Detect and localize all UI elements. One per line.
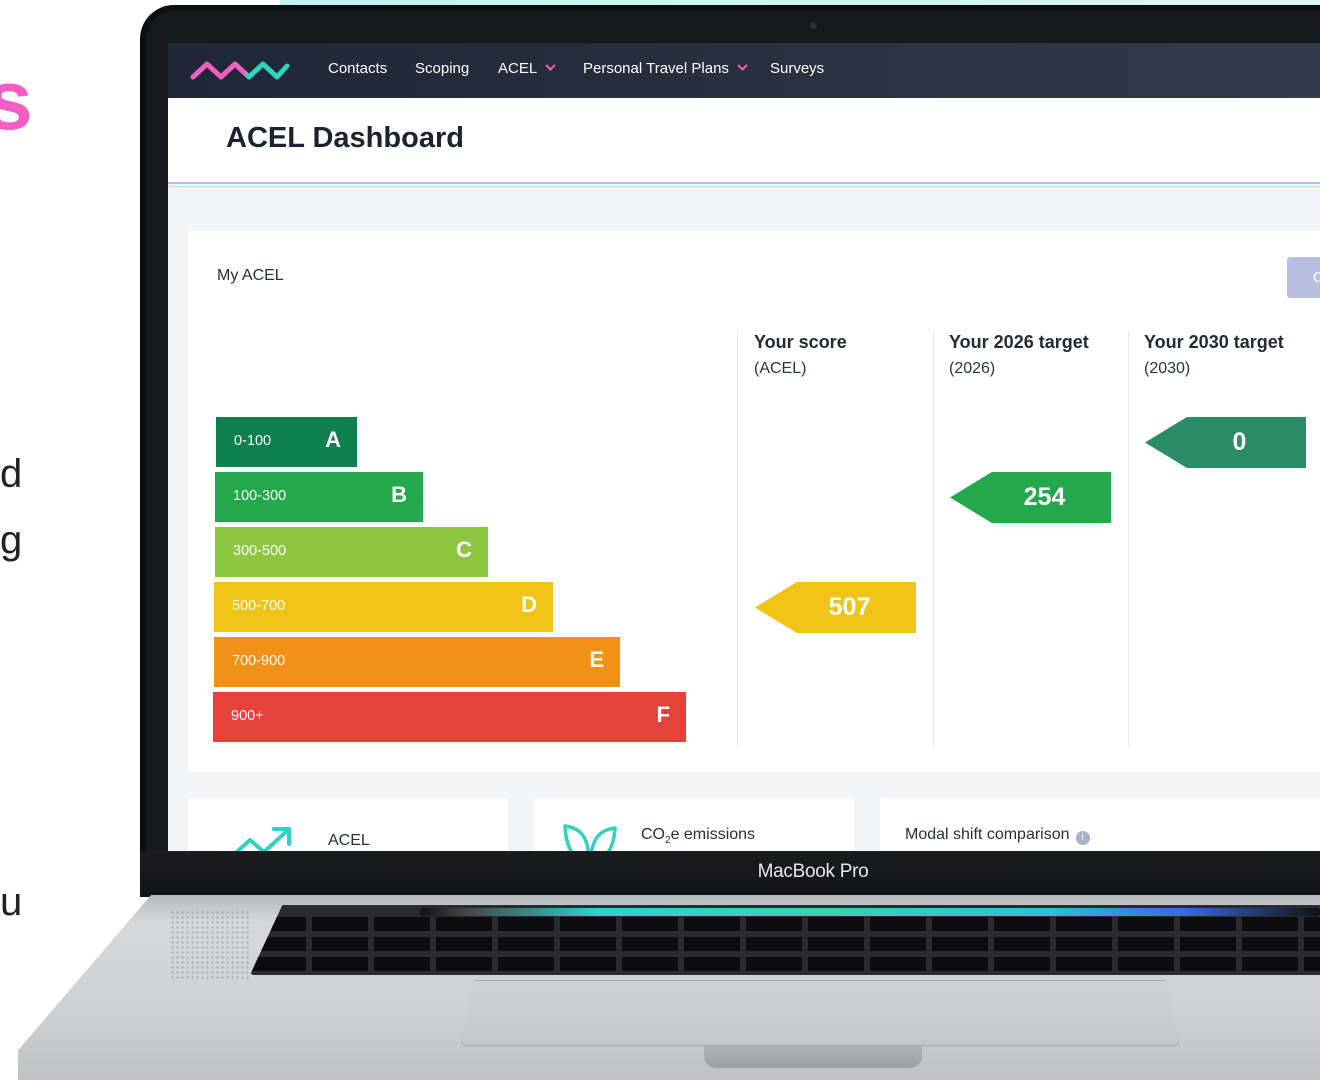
trend-up-icon (234, 827, 291, 851)
nav-item-label: Surveys (770, 60, 825, 77)
brand-logo-icon[interactable] (190, 57, 290, 85)
rating-band-e: 700-900 E (214, 637, 620, 687)
nav-item-surveys[interactable]: Surveys (770, 60, 824, 77)
summary-card-label: CO2e emissions (641, 826, 755, 846)
key-row (250, 937, 1320, 951)
my-acel-card: My ACEL C 0-100 A 100-300 B 300-500 C 500-7… (188, 231, 1320, 772)
key-row (250, 917, 1320, 931)
nav-item-personal-travel-plans[interactable]: Personal Travel Plans (583, 60, 748, 77)
rating-band-c: 300-500 C (215, 527, 488, 577)
target-2030-column-header: Your 2030 target (2030) (1144, 332, 1284, 378)
card-title: My ACEL (217, 267, 284, 284)
summary-card-label: ACEL (328, 832, 370, 849)
rating-band-a: 0-100 A (216, 417, 357, 467)
nav-item-scoping[interactable]: Scoping (415, 60, 469, 77)
column-subheading: (2030) (1144, 360, 1191, 377)
band-grade: F (656, 702, 670, 727)
camera-icon (810, 22, 817, 29)
background-heading-fragment: s (0, 53, 33, 147)
page-header: ACEL Dashboard (168, 98, 1320, 184)
column-heading: Your 2030 target (1144, 332, 1284, 352)
target-2026-column-header: Your 2026 target (2026) (949, 332, 1089, 378)
target-2026-arrow: 254 (950, 472, 1111, 523)
band-grade: A (325, 427, 341, 452)
rating-band-f: 900+ F (213, 692, 686, 742)
target-value: 0 (1232, 428, 1247, 456)
column-divider (933, 331, 934, 747)
column-heading: Your score (754, 332, 847, 352)
label-part: e emissions (670, 826, 756, 843)
column-divider (737, 331, 738, 747)
chevron-down-icon (545, 64, 556, 71)
laptop-screen: Contacts Scoping ACEL Personal Travel Pl… (168, 43, 1320, 851)
score-value: 507 (828, 593, 871, 621)
speaker-grille (170, 910, 250, 980)
score-arrow: 507 (755, 582, 916, 633)
info-icon[interactable]: i (1075, 831, 1090, 845)
background-text-fragment: d (0, 452, 23, 496)
column-divider (1128, 331, 1129, 747)
key-row (250, 957, 1320, 971)
column-subheading: (ACEL) (754, 360, 807, 377)
band-range: 900+ (231, 708, 264, 724)
background-text-fragment: g (0, 518, 23, 562)
band-range: 0-100 (234, 433, 272, 449)
band-range: 100-300 (233, 488, 287, 504)
band-grade: E (589, 647, 604, 672)
background-text-fragment: u (0, 880, 23, 924)
label-part: CO (641, 826, 665, 843)
marketing-stage: s d g u Contacts Scoping ACEL Personal T… (0, 0, 1320, 1080)
nav-item-label: Scoping (415, 60, 470, 77)
nav-item-label: Personal Travel Plans (583, 60, 729, 77)
top-navbar: Contacts Scoping ACEL Personal Travel Pl… (168, 43, 1320, 98)
acel-summary-card[interactable]: ACEL (188, 798, 508, 851)
device-model-label: MacBook Pro (757, 861, 869, 882)
page-title: ACEL Dashboard (226, 122, 464, 154)
column-heading: Your 2026 target (949, 332, 1089, 352)
band-range: 700-900 (232, 653, 286, 669)
target-2030-arrow: 0 (1145, 417, 1306, 468)
nav-item-label: Contacts (328, 60, 388, 77)
column-subheading: (2026) (949, 360, 996, 377)
nav-item-acel[interactable]: ACEL (498, 60, 556, 77)
band-range: 500-700 (232, 598, 286, 614)
score-column-header: Your score (ACEL) (754, 332, 847, 378)
band-range: 300-500 (233, 543, 287, 559)
nav-item-label: ACEL (498, 60, 538, 77)
card-action-button-label: C (1313, 269, 1320, 286)
band-grade: C (456, 537, 472, 562)
label-text: Modal shift comparison (905, 826, 1070, 843)
band-grade: D (521, 592, 537, 617)
header-divider (168, 186, 1320, 187)
rating-band-b: 100-300 B (215, 472, 423, 522)
trackpad (460, 980, 1180, 1046)
rating-band-d: 500-700 D (214, 582, 553, 632)
band-grade: B (391, 482, 407, 507)
card-action-button[interactable]: C (1287, 257, 1320, 298)
modal-shift-card[interactable]: Modal shift comparison i (880, 798, 1320, 851)
summary-card-label: Modal shift comparison i (905, 826, 1090, 845)
co2e-emissions-card[interactable]: CO2e emissions (534, 798, 854, 851)
chevron-down-icon (737, 64, 748, 71)
nav-item-contacts[interactable]: Contacts (328, 60, 387, 77)
touch-bar (420, 908, 1320, 916)
lid-notch (704, 1046, 922, 1068)
target-value: 254 (1023, 483, 1066, 511)
leaf-icon (563, 824, 617, 851)
